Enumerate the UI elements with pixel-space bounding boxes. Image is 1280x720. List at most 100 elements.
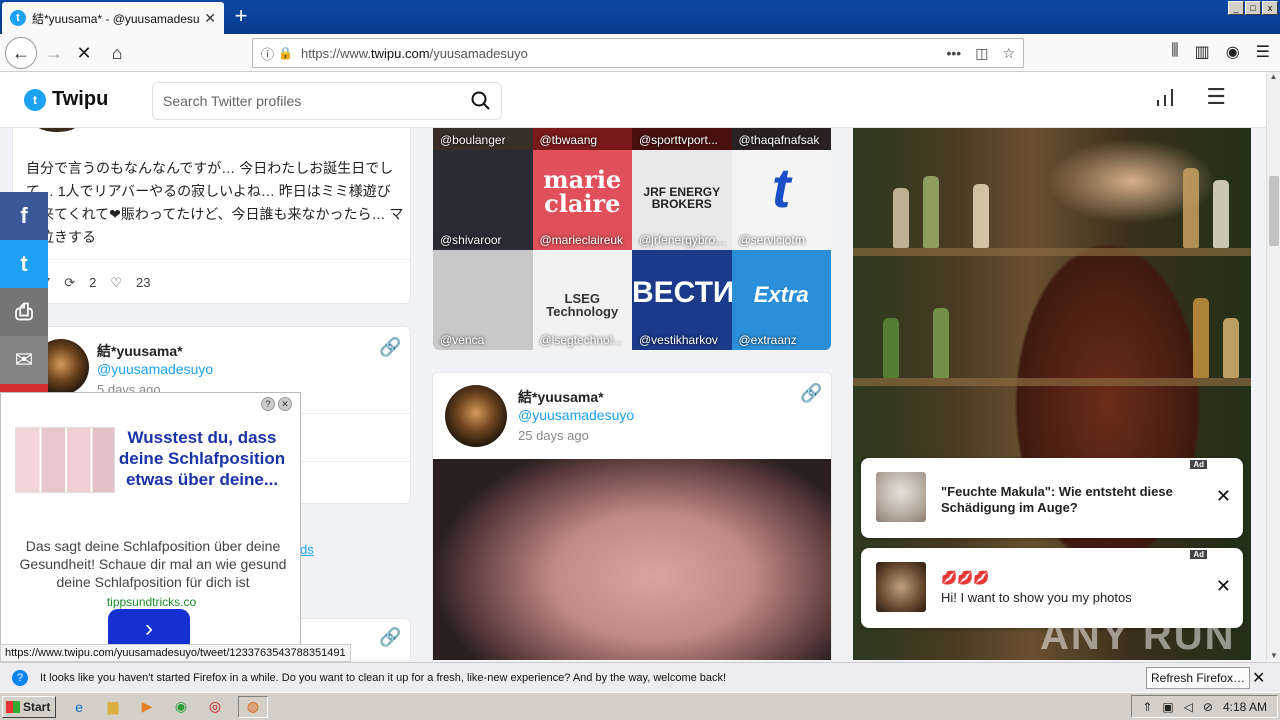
share-bar: f t ⎙ ✉ <box>0 192 48 394</box>
minimize-button[interactable]: _ <box>1228 1 1244 15</box>
profile-tile[interactable]: @venca <box>433 250 533 350</box>
link-icon[interactable]: 🔗 <box>379 337 401 358</box>
firefox-notification-bar: ? It looks like you haven't started Fire… <box>0 662 1280 692</box>
pocket-icon[interactable]: ◫ <box>975 45 988 62</box>
close-tab-icon[interactable]: ✕ <box>204 10 216 27</box>
share-email-icon[interactable]: ✉ <box>0 336 48 384</box>
start-button[interactable]: Start <box>2 695 56 718</box>
scrollbar-thumb[interactable] <box>1269 176 1279 246</box>
media-player-icon[interactable]: ▶ <box>136 696 158 718</box>
profile-tile[interactable]: JRF ENERGY BROKERS @jrfenergybro... <box>632 150 732 250</box>
user-name[interactable]: 結*yuusama* <box>97 341 183 361</box>
search-input[interactable] <box>163 93 471 109</box>
menu-icon[interactable]: ☰ <box>1256 42 1270 62</box>
link-icon[interactable]: 🔗 <box>379 627 401 648</box>
profile-handle[interactable]: @shivaroor <box>440 233 502 247</box>
profile-tile[interactable]: @thaqafnafsak <box>731 128 831 150</box>
profile-handle[interactable]: @serviciotm <box>739 233 805 247</box>
profile-tile[interactable]: @sporttvport... <box>632 128 732 150</box>
profile-handle[interactable]: @boulanger <box>440 133 506 147</box>
profile-handle[interactable]: @vestikharkov <box>639 333 718 347</box>
tray-arrow-icon[interactable]: ⇑ <box>1142 700 1152 714</box>
bookmark-star-icon[interactable]: ☆ <box>1002 45 1015 62</box>
ad-help-icon[interactable]: ? <box>261 397 275 411</box>
share-print-icon[interactable]: ⎙ <box>0 288 48 336</box>
ad-popup[interactable]: ? ✕ Wusstest du, dass deine Schlafpositi… <box>0 392 301 662</box>
notification-close-icon[interactable]: ✕ <box>1216 576 1231 597</box>
profile-logo: t <box>771 156 791 219</box>
trending-chart-icon[interactable] <box>1156 88 1174 112</box>
ad-cta-button[interactable]: › <box>108 609 190 649</box>
firefox-taskbar-icon[interactable]: ◍ <box>238 695 268 718</box>
profile-handle[interactable]: @marieclaireuk <box>540 233 624 247</box>
address-bar[interactable]: ⓘ 🔒 https://www.twipu.com/yuusamadesuyo … <box>252 38 1024 68</box>
page-scrollbar[interactable]: ▲ ▼ <box>1266 72 1280 660</box>
notification-close-icon[interactable]: ✕ <box>1216 486 1231 507</box>
avatar[interactable] <box>445 385 507 447</box>
profile-tile[interactable]: Extra @extraanz <box>731 250 831 350</box>
tweet-media-image[interactable] <box>433 459 831 660</box>
user-handle[interactable]: @yuusamadesuyo <box>97 361 213 377</box>
notification-title: "Feuchte Makula": Wie entsteht diese Sch… <box>941 484 1173 515</box>
profile-tile[interactable]: t @serviciotm <box>731 150 831 250</box>
share-twitter-icon[interactable]: t <box>0 240 48 288</box>
back-button[interactable]: ← <box>5 37 37 69</box>
profile-tile[interactable]: LSEG Technology @lsegtechnol... <box>532 250 632 350</box>
profile-tile[interactable]: marie claire @marieclaireuk <box>532 150 632 250</box>
share-facebook-icon[interactable]: f <box>0 192 48 240</box>
twipu-favicon-icon: t <box>10 10 26 26</box>
profile-handle[interactable]: @thaqafnafsak <box>739 133 820 147</box>
profile-handle[interactable]: @sporttvport... <box>639 133 718 147</box>
profile-handle[interactable]: @venca <box>440 333 484 347</box>
site-logo[interactable]: t Twipu <box>24 88 108 111</box>
new-tab-button[interactable]: + <box>228 4 254 30</box>
maximize-button[interactable]: □ <box>1245 1 1261 15</box>
link-icon[interactable]: 🔗 <box>800 383 822 404</box>
like-icon[interactable]: ♡ <box>110 275 122 291</box>
browser-tab-bar: t 結*yuusama* - @yuusamadesuyo ✕ + _ □ x <box>0 0 1280 34</box>
ad-notification[interactable]: "Feuchte Makula": Wie entsteht diese Sch… <box>861 458 1243 538</box>
volume-icon[interactable]: ◁ <box>1184 700 1193 714</box>
firefox-message: It looks like you haven't started Firefo… <box>40 671 727 684</box>
profile-tile[interactable]: @shivaroor <box>433 150 533 250</box>
page-actions-icon[interactable]: ••• <box>946 45 961 62</box>
forward-button[interactable]: → <box>40 39 68 67</box>
ad-title[interactable]: Wusstest du, dass deine Schlafposition e… <box>117 427 287 490</box>
url-text[interactable]: https://www.twipu.com/yuusamadesuyo <box>301 46 947 61</box>
sidebar-icon[interactable]: ▥ <box>1195 42 1210 62</box>
close-notification-icon[interactable]: ✕ <box>1252 668 1265 688</box>
opera-icon[interactable]: ◎ <box>204 696 226 718</box>
info-icon[interactable]: ⓘ <box>261 44 274 63</box>
ad-domain[interactable]: tippsundtricks.co <box>1 595 302 609</box>
ad-thumbnail-image[interactable] <box>15 427 115 493</box>
tray-app-icon[interactable]: ⊘ <box>1203 700 1213 714</box>
retweet-icon[interactable]: ⟳ <box>64 275 75 291</box>
user-name[interactable]: 結*yuusama* <box>518 387 604 407</box>
home-button[interactable]: ⌂ <box>103 39 131 67</box>
partial-link[interactable]: ds <box>300 542 314 557</box>
ie-icon[interactable]: e <box>68 696 90 718</box>
close-window-button[interactable]: x <box>1262 1 1278 15</box>
folder-icon[interactable]: ▆ <box>102 696 124 718</box>
search-icon[interactable] <box>471 91 491 111</box>
profile-tile[interactable]: @boulanger <box>433 128 533 150</box>
chrome-icon[interactable]: ◉ <box>170 696 192 718</box>
browser-tab[interactable]: t 結*yuusama* - @yuusamadesuyo ✕ <box>2 2 224 34</box>
profile-handle[interactable]: @extraanz <box>739 333 797 347</box>
clock[interactable]: 4:18 AM <box>1223 700 1267 714</box>
network-icon[interactable]: ▣ <box>1162 700 1173 714</box>
profile-handle[interactable]: @tbwaang <box>540 133 598 147</box>
tweet-time[interactable]: 25 days ago <box>518 428 589 443</box>
profile-handle[interactable]: @lsegtechnol... <box>540 333 623 347</box>
library-icon[interactable]: ⫼ <box>1171 42 1178 62</box>
hamburger-menu-icon[interactable]: ☰ <box>1206 86 1226 112</box>
ad-close-icon[interactable]: ✕ <box>278 397 292 411</box>
profile-handle[interactable]: @jrfenergybro... <box>639 233 725 247</box>
user-handle[interactable]: @yuusamadesuyo <box>518 407 634 423</box>
refresh-firefox-button[interactable]: Refresh Firefox… <box>1146 667 1251 689</box>
account-icon[interactable]: ◉ <box>1226 42 1240 62</box>
profile-tile[interactable]: ВЕСТИ @vestikharkov <box>632 250 732 350</box>
profile-tile[interactable]: @tbwaang <box>532 128 632 150</box>
stop-loading-button[interactable]: ✕ <box>70 39 98 67</box>
windows-flag-icon <box>6 700 20 713</box>
